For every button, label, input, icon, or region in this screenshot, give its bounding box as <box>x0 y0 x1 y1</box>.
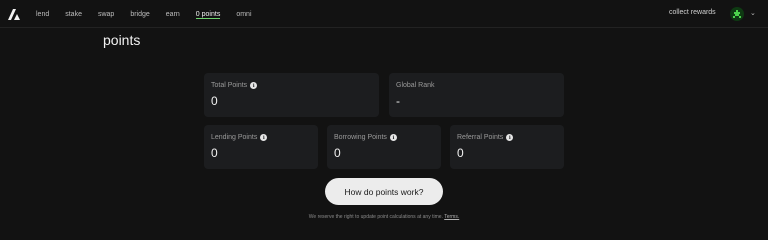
info-icon[interactable]: i <box>506 134 514 141</box>
lending-points-card: Lending Points i 0 <box>204 125 318 169</box>
brand-logo-icon[interactable] <box>7 7 21 21</box>
total-points-label-row: Total Points i <box>211 82 258 89</box>
referral-points-value: 0 <box>457 146 464 160</box>
main-nav: lend stake swap bridge earn 0 points omn… <box>36 0 268 28</box>
nav-item-omni[interactable]: omni <box>236 0 251 28</box>
total-points-card: Total Points i 0 <box>204 73 379 117</box>
lending-points-value: 0 <box>211 146 218 160</box>
info-icon[interactable]: i <box>389 134 397 141</box>
nav-item-earn[interactable]: earn <box>166 0 180 28</box>
disclaimer: We reserve the right to update point cal… <box>0 214 768 220</box>
page-title: points <box>103 32 141 48</box>
nav-item-points[interactable]: 0 points <box>195 0 220 28</box>
disclaimer-text: We reserve the right to update point cal… <box>308 214 443 220</box>
how-points-work-button[interactable]: How do points work? <box>325 178 443 205</box>
points-page: lend stake swap bridge earn 0 points omn… <box>0 0 768 240</box>
global-rank-value: - <box>396 94 400 108</box>
borrowing-points-label-row: Borrowing Points i <box>334 134 397 141</box>
borrowing-points-card: Borrowing Points i 0 <box>327 125 441 169</box>
nav-item-lend[interactable]: lend <box>36 0 49 28</box>
user-avatar-icon[interactable] <box>730 7 744 21</box>
referral-points-card: Referral Points i 0 <box>450 125 564 169</box>
total-points-value: 0 <box>211 94 218 108</box>
referral-points-label: Referral Points <box>457 134 504 141</box>
top-navigation-bar: lend stake swap bridge earn 0 points omn… <box>0 0 768 28</box>
total-points-label: Total Points <box>211 82 248 89</box>
collect-rewards-link[interactable]: collect rewards <box>669 9 716 16</box>
global-rank-card: Global Rank - <box>389 73 564 117</box>
lending-points-label: Lending Points <box>211 134 258 141</box>
borrowing-points-value: 0 <box>334 146 341 160</box>
chevron-down-icon[interactable]: ⌄ <box>750 9 756 17</box>
nav-item-swap[interactable]: swap <box>98 0 114 28</box>
global-rank-label: Global Rank <box>396 82 435 89</box>
avatar-glyph-icon <box>733 10 741 18</box>
borrowing-points-label: Borrowing Points <box>334 134 387 141</box>
lending-points-label-row: Lending Points i <box>211 134 268 141</box>
terms-link[interactable]: Terms. <box>444 214 459 220</box>
info-icon[interactable]: i <box>260 134 268 141</box>
referral-points-label-row: Referral Points i <box>457 134 514 141</box>
info-icon[interactable]: i <box>250 82 258 89</box>
nav-item-bridge[interactable]: bridge <box>130 0 149 28</box>
nav-item-stake[interactable]: stake <box>65 0 82 28</box>
